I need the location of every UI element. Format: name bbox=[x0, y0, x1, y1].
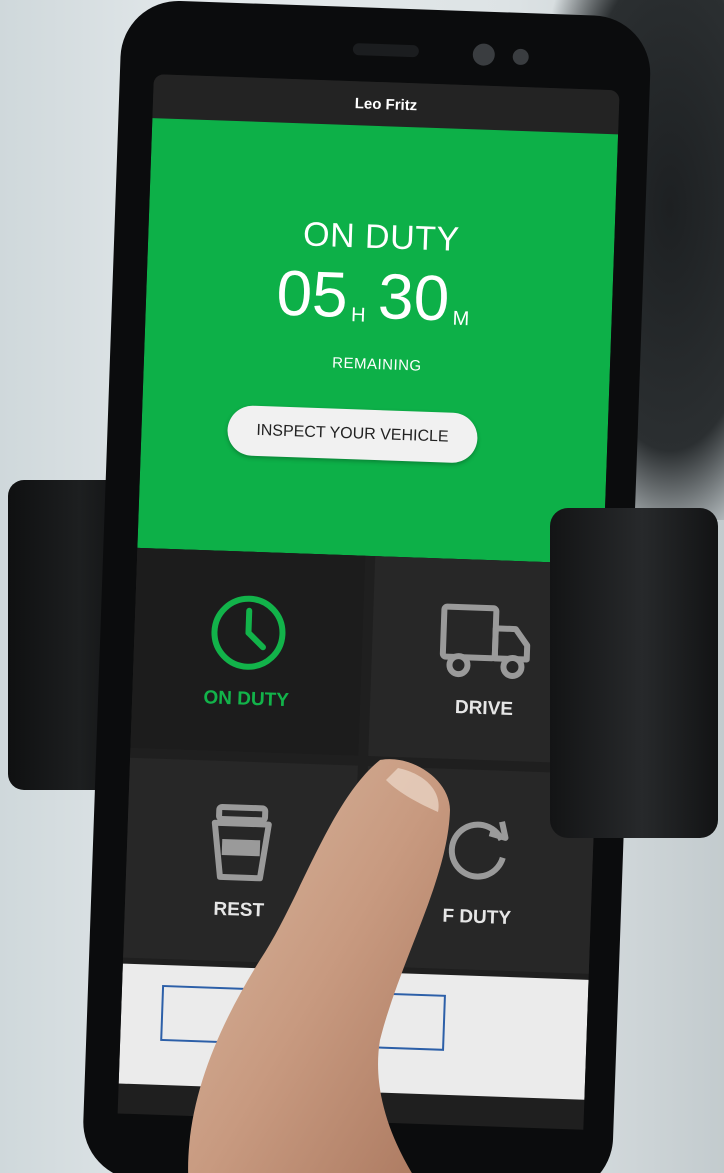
bottom-button-right[interactable] bbox=[364, 992, 446, 1051]
phone-sensor bbox=[512, 48, 530, 66]
duty-status-grid: ON DUTY DRIVE REST F DUTY bbox=[123, 547, 604, 974]
timer-hours-unit: H bbox=[350, 304, 366, 327]
tile-rest-label: REST bbox=[213, 898, 265, 922]
tile-rest[interactable]: REST bbox=[123, 757, 358, 966]
bottom-action-bar bbox=[118, 963, 589, 1100]
phone-camera bbox=[472, 43, 496, 66]
inspect-vehicle-button[interactable]: INSPECT YOUR VEHICLE bbox=[226, 404, 479, 464]
timer-minutes-unit: M bbox=[452, 307, 470, 331]
coffee-cup-icon bbox=[211, 803, 272, 882]
bottom-button-left[interactable] bbox=[160, 984, 297, 1046]
phone-speaker bbox=[352, 43, 420, 58]
status-panel: ON DUTY 05 H 30 M REMAINING INSPECT YOUR… bbox=[137, 118, 619, 565]
tile-on-duty-label: ON DUTY bbox=[203, 687, 290, 712]
refresh-icon bbox=[448, 821, 509, 880]
clock-icon bbox=[211, 595, 286, 670]
remaining-timer: 05 H 30 M bbox=[145, 256, 613, 336]
truck-icon bbox=[439, 603, 531, 679]
tile-drive-label: DRIVE bbox=[454, 697, 514, 721]
phone-holder-right-clamp bbox=[550, 508, 718, 838]
tile-on-duty[interactable]: ON DUTY bbox=[130, 547, 366, 756]
timer-hours: 05 bbox=[275, 256, 350, 331]
timer-minutes: 30 bbox=[376, 260, 451, 335]
app-screen: Leo Fritz ON DUTY 05 H 30 M REMAINING IN… bbox=[117, 74, 620, 1130]
tile-off-duty-label: F DUTY bbox=[442, 905, 512, 930]
status-title: ON DUTY bbox=[302, 215, 461, 259]
user-name: Leo Fritz bbox=[354, 94, 418, 114]
remaining-label: REMAINING bbox=[331, 354, 422, 375]
